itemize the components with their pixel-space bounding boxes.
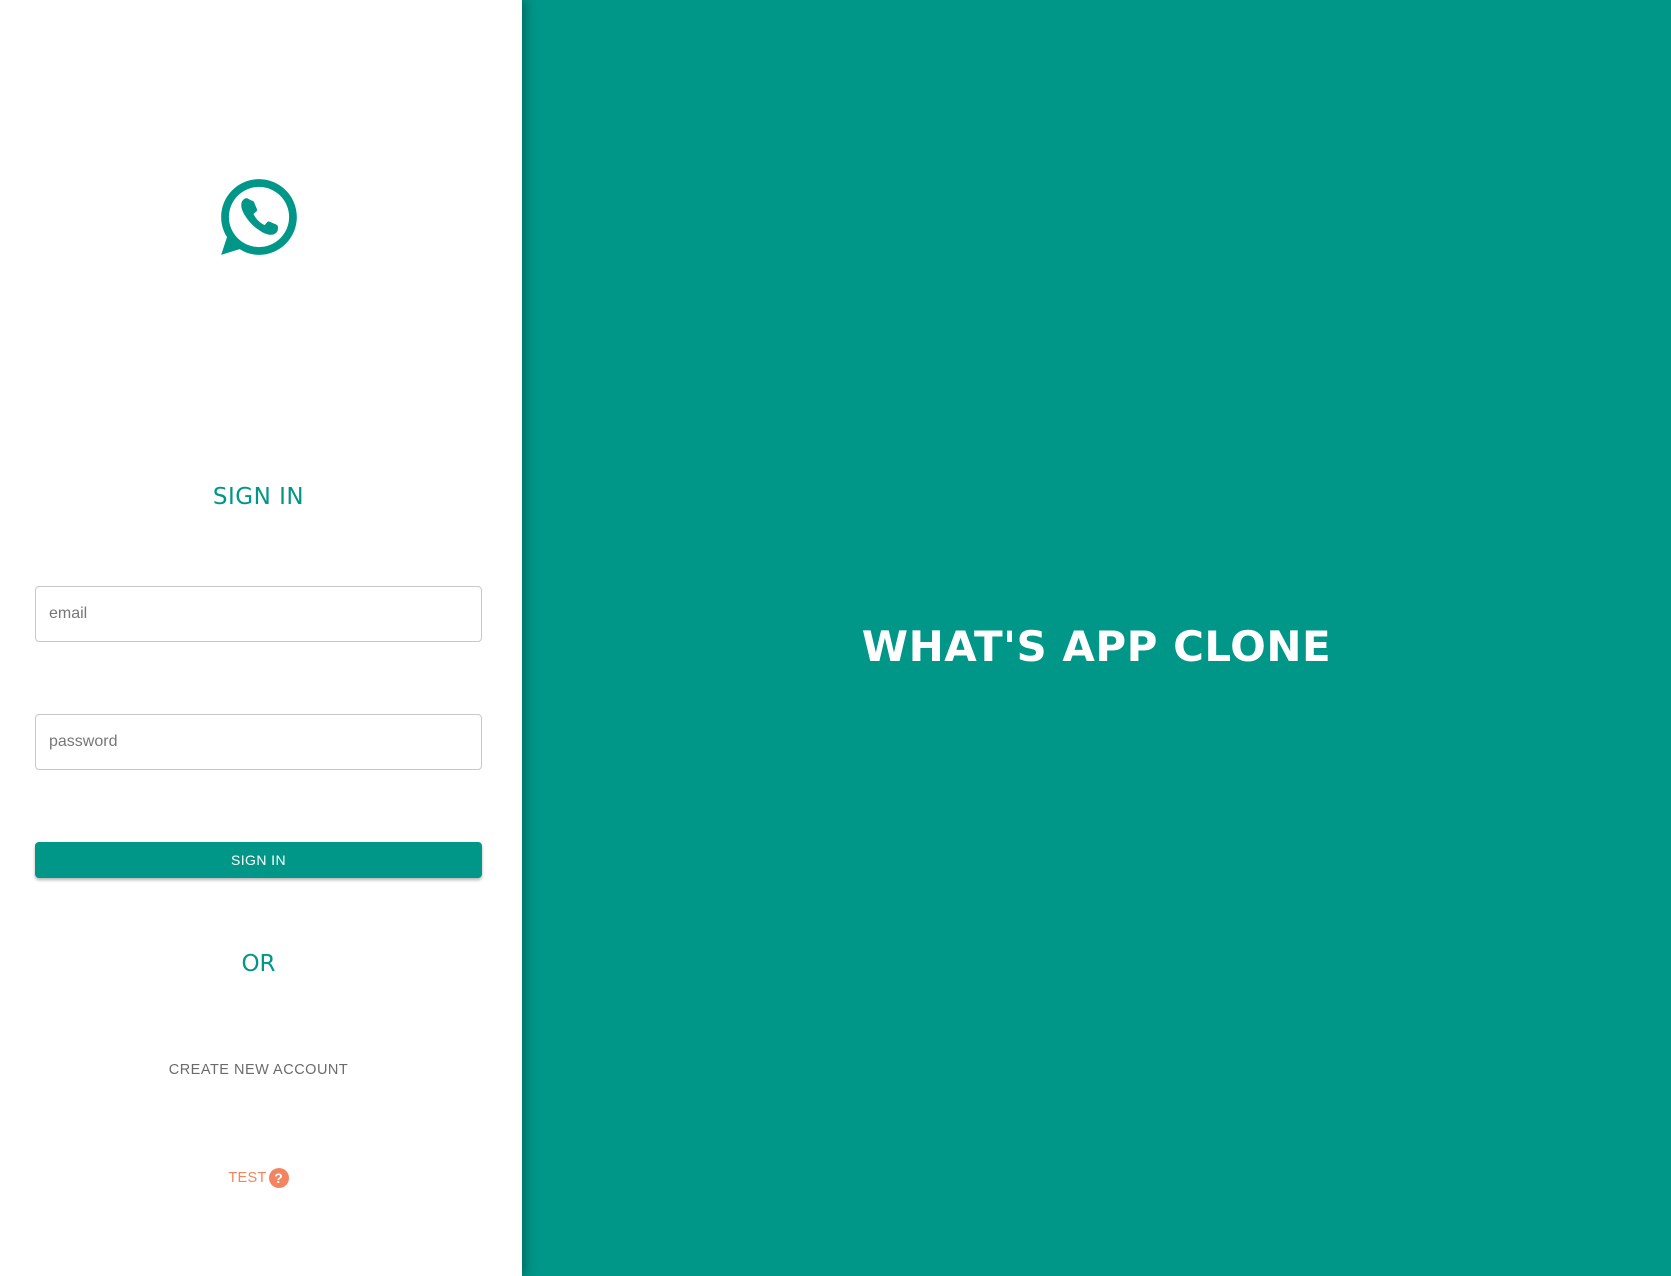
email-field[interactable] [35,586,482,642]
test-link-label: TEST [228,1170,267,1186]
sign-in-panel: SIGN IN SIGN IN OR CREATE NEW ACCOUNT TE… [0,0,522,1276]
hero-panel: WHAT'S APP CLONE [522,0,1671,1276]
password-field[interactable] [35,714,482,770]
sign-in-button[interactable]: SIGN IN [35,842,482,878]
or-divider: OR [241,951,276,977]
app-title: WHAT'S APP CLONE [861,621,1332,671]
test-link[interactable]: TEST ? [0,1168,517,1188]
create-new-account-link[interactable]: CREATE NEW ACCOUNT [0,1062,517,1078]
login-page: SIGN IN SIGN IN OR CREATE NEW ACCOUNT TE… [0,0,1671,1276]
whatsapp-logo-icon [216,174,302,260]
sign-in-heading: SIGN IN [212,484,305,510]
help-circle-icon[interactable]: ? [268,1168,289,1188]
